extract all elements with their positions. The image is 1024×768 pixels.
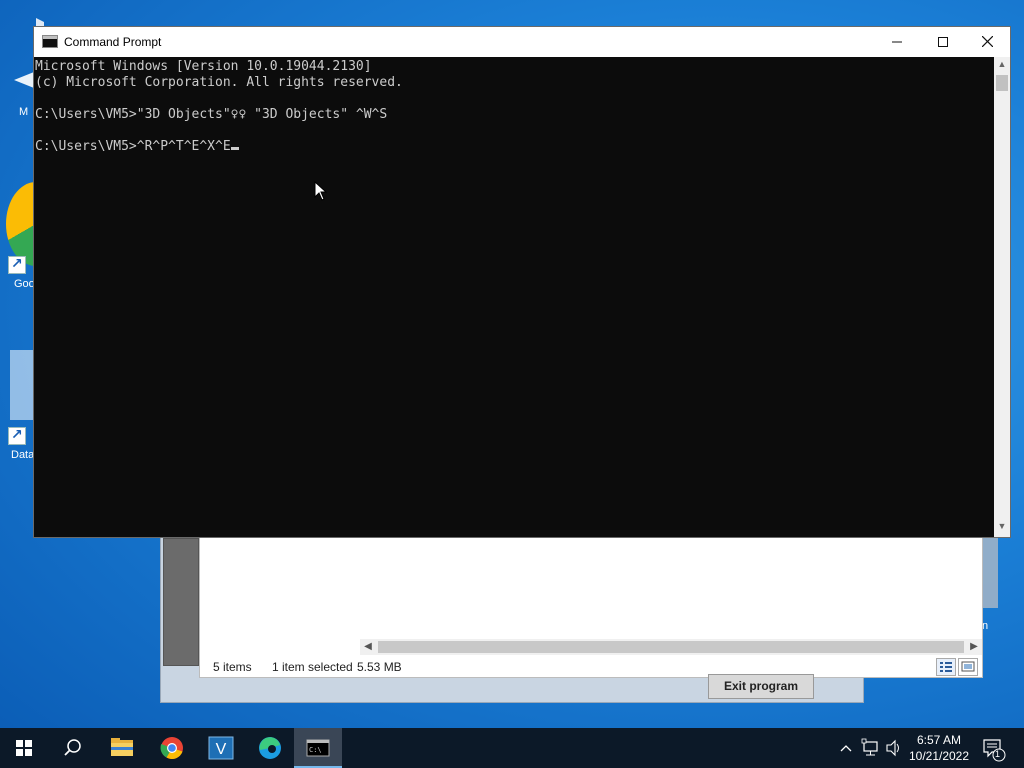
command-prompt-window[interactable]: Command Prompt Microsoft Windows [Versio…	[33, 26, 1011, 538]
console-current-command: C:\Users\VM5>^R^P^T^E^X^E	[35, 139, 231, 154]
taskbar-command-prompt[interactable]: C:\	[294, 728, 342, 768]
start-button[interactable]	[0, 728, 48, 768]
horizontal-scrollbar[interactable]: ◀ ▶	[360, 639, 982, 655]
desktop-icon-label: Data	[11, 449, 35, 461]
taskbar-v-app[interactable]: V	[197, 728, 245, 768]
shortcut-arrow-icon	[8, 255, 26, 274]
notification-center-icon[interactable]: 1	[980, 728, 1010, 768]
scroll-up-icon[interactable]: ▲	[994, 59, 1010, 69]
svg-text:C:\: C:\	[309, 746, 322, 754]
taskbar-clock[interactable]: 6:57 AM 10/21/2022	[904, 732, 974, 764]
shortcut-arrow-icon	[8, 426, 26, 445]
minimize-button[interactable]	[874, 27, 920, 57]
minimize-icon	[892, 41, 902, 43]
close-button[interactable]	[964, 27, 1010, 57]
exit-program-button[interactable]: Exit program	[708, 674, 814, 699]
text-cursor	[230, 147, 239, 150]
desktop-icon-label: Goo	[14, 278, 35, 290]
scrollbar-thumb[interactable]	[996, 75, 1008, 91]
vertical-scrollbar[interactable]: ▲ ▼	[994, 57, 1010, 537]
close-icon	[981, 35, 993, 48]
cmd-app-icon	[42, 35, 58, 48]
console-line: C:\Users\VM5>"3D Objects"♀♀ "3D Objects"…	[35, 107, 388, 122]
clock-time: 6:57 AM	[916, 733, 962, 747]
background-side-panel	[163, 538, 199, 666]
console-output[interactable]: Microsoft Windows [Version 10.0.19044.21…	[34, 57, 994, 537]
maximize-button[interactable]	[920, 27, 966, 57]
selection-size: 5.53 MB	[357, 660, 402, 674]
large-icons-view-icon[interactable]	[958, 658, 978, 676]
details-view-icon[interactable]	[936, 658, 956, 676]
search-icon	[64, 739, 81, 756]
scroll-left-icon[interactable]: ◀	[360, 639, 376, 655]
scroll-right-icon[interactable]: ▶	[966, 639, 982, 655]
console-line: (c) Microsoft Corporation. All rights re…	[35, 75, 403, 90]
edge-icon	[259, 737, 281, 759]
v-app-icon: V	[208, 736, 234, 760]
window-title: Command Prompt	[64, 35, 162, 49]
clock-date: 10/21/2022	[908, 749, 970, 763]
taskbar-chrome[interactable]	[148, 728, 196, 768]
cmd-icon: C:\	[306, 739, 330, 757]
scroll-down-icon[interactable]: ▼	[994, 521, 1010, 531]
notification-badge: 1	[995, 749, 1001, 759]
recycle-bin-icon[interactable]	[982, 538, 998, 608]
console-line: Microsoft Windows [Version 10.0.19044.21…	[35, 59, 372, 74]
console-input-line[interactable]: C:\Users\VM5>^R^P^T^E^X^E	[35, 139, 994, 155]
item-count: 5 items	[213, 660, 252, 674]
mouse-pointer-icon	[314, 181, 328, 201]
file-list-panel[interactable]: ◀ ▶ 5 items 1 item selected 5.53 MB	[199, 537, 983, 678]
scrollbar-thumb[interactable]	[378, 641, 964, 653]
desktop-icon-label: M	[19, 106, 29, 118]
svg-text:V: V	[216, 741, 227, 758]
tray-chevron-icon[interactable]	[838, 728, 854, 768]
windows-logo-icon	[16, 740, 32, 756]
taskbar: V C:\ 6:57 AM 10/21/2022 1	[0, 728, 1024, 768]
selection-count: 1 item selected	[272, 660, 353, 674]
taskbar-edge[interactable]	[246, 728, 294, 768]
volume-icon[interactable]	[884, 728, 904, 768]
status-bar: 5 items 1 item selected 5.53 MB	[200, 656, 982, 678]
network-tray-icon[interactable]	[860, 728, 882, 768]
maximize-icon	[938, 37, 948, 47]
folder-icon	[111, 738, 133, 756]
taskbar-file-explorer[interactable]	[98, 728, 146, 768]
chrome-icon	[160, 737, 183, 760]
window-titlebar[interactable]: Command Prompt	[34, 27, 1010, 57]
search-button[interactable]	[48, 728, 96, 768]
